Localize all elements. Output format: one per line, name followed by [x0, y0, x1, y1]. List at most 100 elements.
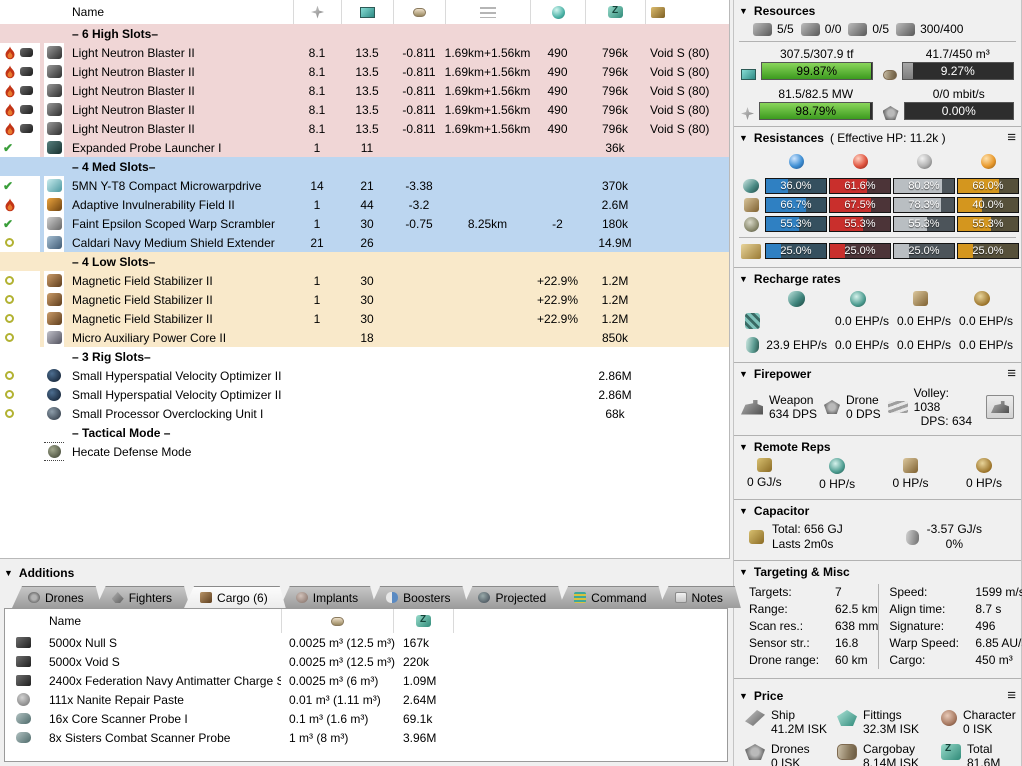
module-icon-cell[interactable] [44, 404, 64, 423]
cargo-column-price[interactable] [393, 609, 453, 633]
fitting-row[interactable]: ✔Expanded Probe Launcher I11136k [0, 138, 729, 157]
collapse-triangle-icon[interactable]: ▼ [739, 567, 748, 577]
collapse-triangle-icon[interactable]: ▼ [739, 6, 748, 16]
cargo-row[interactable]: 16x Core Scanner Probe I0.1 m³ (1.6 m³)6… [5, 709, 727, 728]
collapse-triangle-icon[interactable]: ▼ [739, 506, 748, 516]
module-icon-cell[interactable] [44, 233, 64, 252]
module-state-cell[interactable] [0, 290, 40, 309]
collapse-triangle-icon[interactable]: ▼ [739, 133, 748, 143]
collapse-triangle-icon[interactable]: ▼ [4, 568, 13, 578]
module-cap-use [393, 366, 445, 385]
tab-projected[interactable]: Projected [462, 586, 564, 608]
fitting-row[interactable]: Light Neutron Blaster II8.113.5-0.8111.6… [0, 81, 729, 100]
tab-notes[interactable]: Notes [659, 586, 741, 608]
fitting-row[interactable]: Magnetic Field Stabilizer II130+22.9%1.2… [0, 290, 729, 309]
collapse-triangle-icon[interactable]: ▼ [739, 691, 748, 701]
fitting-row[interactable]: ✔5MN Y-T8 Compact Microwarpdrive1421-3.3… [0, 176, 729, 195]
range-icon [480, 7, 496, 18]
fitting-row[interactable]: Hecate Defense Mode [0, 442, 729, 461]
cargo-row[interactable]: 111x Nanite Repair Paste0.01 m³ (1.11 m³… [5, 690, 727, 709]
column-misc[interactable] [530, 0, 585, 24]
column-capacitor[interactable] [393, 0, 445, 24]
module-state-cell[interactable] [0, 442, 40, 461]
module-state-cell[interactable] [0, 195, 40, 214]
fitting-row[interactable]: Magnetic Field Stabilizer II130+22.9%1.2… [0, 309, 729, 328]
tab-drones[interactable]: Drones [12, 586, 102, 608]
tab-boosters[interactable]: Boosters [370, 586, 468, 608]
module-icon-cell[interactable] [44, 328, 64, 347]
fitting-row[interactable]: Light Neutron Blaster II8.113.5-0.8111.6… [0, 100, 729, 119]
dps-graph-button[interactable] [986, 395, 1014, 419]
cargo-item-price: 220k [393, 655, 453, 669]
module-icon-cell[interactable] [44, 385, 64, 404]
module-icon-cell[interactable] [44, 81, 64, 100]
module-icon-cell[interactable] [44, 366, 64, 385]
module-state-cell[interactable] [0, 271, 40, 290]
module-state-cell[interactable]: ✔ [0, 214, 40, 233]
fitting-row[interactable]: Small Hyperspatial Velocity Optimizer II… [0, 385, 729, 404]
module-cpu [341, 442, 393, 461]
tab-command[interactable]: Command [558, 586, 664, 608]
fitting-row[interactable]: ✔Faint Epsilon Scoped Warp Scrambler130-… [0, 214, 729, 233]
fitting-row[interactable]: Small Hyperspatial Velocity Optimizer II… [0, 366, 729, 385]
resource-slot: 300/400 [896, 22, 963, 36]
module-icon-cell[interactable] [44, 43, 64, 62]
module-state-cell[interactable] [0, 81, 40, 100]
module-state-cell[interactable] [0, 366, 40, 385]
column-ammo[interactable] [645, 0, 729, 24]
module-range: 1.69km+1.56km [445, 119, 530, 138]
module-state-cell[interactable] [0, 119, 40, 138]
collapse-triangle-icon[interactable]: ▼ [739, 442, 748, 452]
module-state-cell[interactable]: ✔ [0, 138, 40, 157]
module-misc: +22.9% [530, 309, 585, 328]
module-icon-cell[interactable] [44, 119, 64, 138]
fitting-row[interactable]: Light Neutron Blaster II8.113.5-0.8111.6… [0, 119, 729, 138]
cargo-row[interactable]: 5000x Void S0.0025 m³ (12.5 m³)220k [5, 652, 727, 671]
module-icon-cell[interactable] [44, 290, 64, 309]
fitting-row[interactable]: Micro Auxiliary Power Core II18850k [0, 328, 729, 347]
tab-fighters[interactable]: Fighters [96, 586, 190, 608]
tab-cargo[interactable]: Cargo (6) [184, 586, 286, 608]
collapse-triangle-icon[interactable]: ▼ [739, 274, 748, 284]
module-state-cell[interactable] [0, 328, 40, 347]
menu-icon[interactable]: ≡ [1007, 368, 1016, 380]
module-name: Magnetic Field Stabilizer II [64, 271, 293, 290]
column-range[interactable] [445, 0, 530, 24]
fitting-row[interactable]: Light Neutron Blaster II8.113.5-0.8111.6… [0, 43, 729, 62]
menu-icon[interactable]: ≡ [1007, 690, 1016, 702]
fitting-row[interactable]: Caldari Navy Medium Shield Extender21261… [0, 233, 729, 252]
module-icon-cell[interactable] [44, 271, 64, 290]
module-icon-cell[interactable] [44, 62, 64, 81]
cargo-column-volume[interactable] [281, 609, 393, 633]
column-powergrid[interactable] [293, 0, 341, 24]
fitting-row[interactable]: Light Neutron Blaster II8.113.5-0.8111.6… [0, 62, 729, 81]
cargo-row[interactable]: 2400x Federation Navy Antimatter Charge … [5, 671, 727, 690]
character-price-icon [941, 710, 957, 726]
cargo-row[interactable]: 5000x Null S0.0025 m³ (12.5 m³)167k [5, 633, 727, 652]
stat-value: 16.8 [835, 635, 858, 652]
module-icon-cell[interactable] [44, 138, 64, 157]
fitting-row[interactable]: Adaptive Invulnerability Field II144-3.2… [0, 195, 729, 214]
module-icon-cell[interactable] [44, 100, 64, 119]
module-icon-cell[interactable] [44, 214, 64, 233]
fitting-row[interactable]: Small Processor Overclocking Unit I68k [0, 404, 729, 423]
cargo-row[interactable]: 8x Sisters Combat Scanner Probe1 m³ (8 m… [5, 728, 727, 747]
module-state-cell[interactable]: ✔ [0, 176, 40, 195]
module-state-cell[interactable] [0, 404, 40, 423]
menu-icon[interactable]: ≡ [1007, 132, 1016, 144]
fitting-row[interactable]: Magnetic Field Stabilizer II130+22.9%1.2… [0, 271, 729, 290]
column-cpu[interactable] [341, 0, 393, 24]
module-state-cell[interactable] [0, 43, 40, 62]
collapse-triangle-icon[interactable]: ▼ [739, 369, 748, 379]
module-icon-cell[interactable] [44, 195, 64, 214]
module-state-cell[interactable] [0, 62, 40, 81]
module-icon-cell[interactable] [44, 442, 64, 461]
module-state-cell[interactable] [0, 385, 40, 404]
module-icon-cell[interactable] [44, 309, 64, 328]
column-price[interactable] [585, 0, 645, 24]
module-state-cell[interactable] [0, 233, 40, 252]
module-icon-cell[interactable] [44, 176, 64, 195]
module-state-cell[interactable] [0, 100, 40, 119]
tab-implants[interactable]: Implants [280, 586, 376, 608]
module-state-cell[interactable] [0, 309, 40, 328]
